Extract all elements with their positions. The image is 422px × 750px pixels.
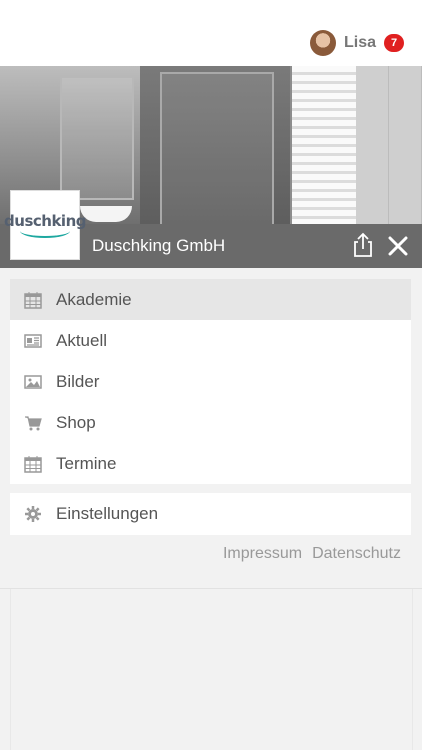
- user-name[interactable]: Lisa: [344, 34, 376, 52]
- menu-item-termine[interactable]: Termine: [10, 443, 411, 484]
- menu-item-label: Einstellungen: [56, 504, 159, 523]
- impressum-link[interactable]: Impressum: [223, 545, 302, 563]
- menu-item-label: Akademie: [56, 289, 132, 309]
- share-icon[interactable]: [350, 232, 376, 258]
- menu-item-label: Bilder: [56, 371, 100, 391]
- menu-item-label: Aktuell: [56, 330, 108, 350]
- menu-item-einstellungen[interactable]: Einstellungen: [10, 493, 411, 535]
- user-profile[interactable]: Lisa 7: [309, 30, 404, 56]
- datenschutz-link[interactable]: Datenschutz: [312, 545, 401, 563]
- menu-item-aktuell[interactable]: Aktuell: [10, 320, 411, 361]
- menu-item-label: Shop: [56, 412, 96, 432]
- gear-icon: [25, 506, 41, 522]
- lower-panel: [10, 589, 413, 750]
- menu-item-shop[interactable]: Shop: [10, 402, 411, 443]
- company-name: Duschking GmbH: [92, 236, 226, 255]
- menu-panel: Akademie Aktuell Bilder Shop Termine Ein…: [0, 268, 422, 750]
- notification-badge[interactable]: 7: [384, 34, 404, 52]
- menu-item-akademie[interactable]: Akademie: [10, 279, 411, 320]
- newspaper-icon: [24, 334, 42, 348]
- close-icon[interactable]: [386, 234, 410, 258]
- menu-item-label: Termine: [56, 453, 117, 473]
- calendar-icon: [24, 292, 42, 309]
- menu-item-bilder[interactable]: Bilder: [10, 361, 411, 402]
- avatar[interactable]: [309, 30, 336, 56]
- image-icon: [24, 375, 42, 389]
- calendar-icon: [24, 456, 42, 473]
- company-logo: duschking: [4, 190, 86, 260]
- navigation-menu: Akademie Aktuell Bilder Shop Termine: [10, 279, 411, 484]
- top-bar: Lisa 7: [0, 0, 422, 66]
- footer-links: Impressum Datenschutz: [223, 545, 401, 563]
- cart-icon: [25, 416, 42, 431]
